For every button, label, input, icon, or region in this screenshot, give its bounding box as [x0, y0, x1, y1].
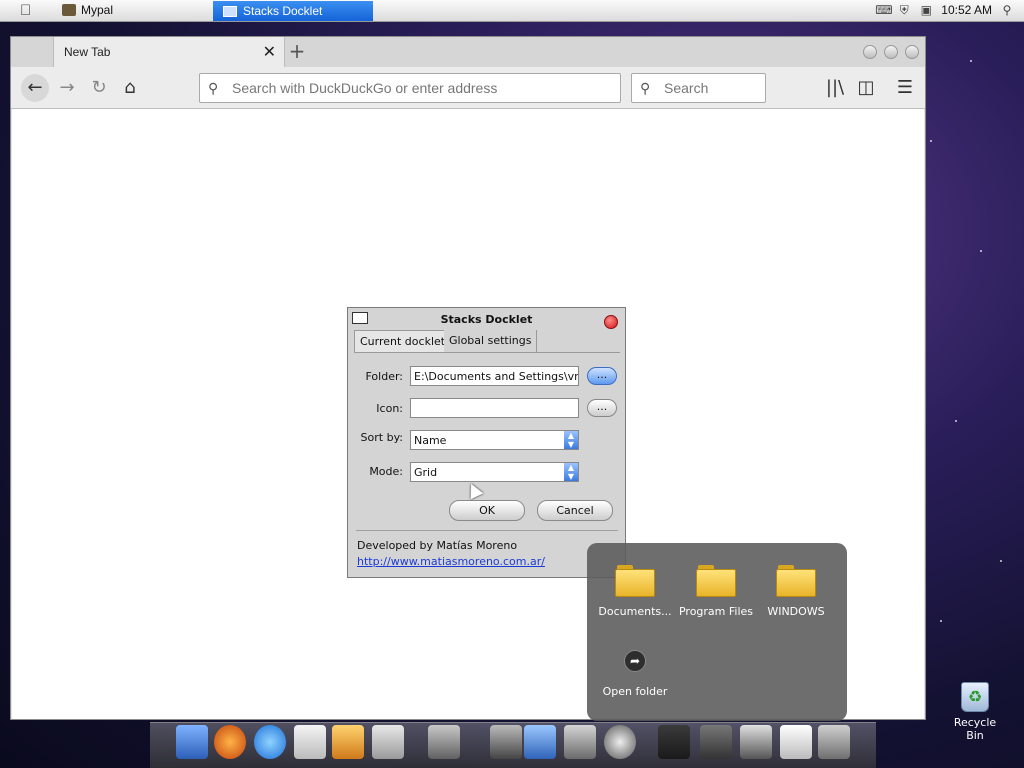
folder-field[interactable]: E:\Documents and Settings\vm2 [410, 366, 579, 386]
window-icon [223, 5, 237, 17]
taskbar-item-label: Stacks Docklet [243, 4, 323, 18]
dock [150, 722, 876, 768]
close-window-button[interactable] [905, 45, 919, 59]
stack-item-label: Documents... [598, 605, 672, 618]
stack-item-label: WINDOWS [767, 605, 825, 618]
stack-popup: Documents... Program Files WINDOWS ➦ Ope… [587, 543, 847, 721]
menu-button[interactable]: ☰ [893, 76, 917, 100]
open-folder-icon: ➦ [624, 650, 646, 672]
icon-field[interactable] [410, 398, 579, 418]
mode-value: Grid [414, 466, 438, 479]
new-tab-button[interactable]: + [287, 39, 307, 63]
tab-strip: New Tab ✕ + [11, 37, 925, 67]
search-icon: ⚲ [208, 80, 219, 96]
stack-item-program-files[interactable]: Program Files [676, 565, 756, 618]
search-icon: ⚲ [640, 80, 651, 96]
stack-docklet-icon[interactable] [700, 725, 732, 759]
system-tray: ⌨ ⛨ ▣ 10:52 AM ⚲ [875, 3, 1014, 17]
calculator-icon[interactable] [372, 725, 404, 759]
mode-select[interactable]: Grid ▲ ▼ [410, 462, 579, 482]
search-bar[interactable]: ⚲ Search [631, 73, 766, 103]
recycle-bin-icon: ♻ [961, 682, 989, 712]
taskbar-item-stacks-docklet[interactable]: Stacks Docklet [213, 1, 373, 21]
media-player-icon[interactable] [254, 725, 286, 759]
firefox-icon[interactable] [214, 725, 246, 759]
close-tab-icon[interactable]: ✕ [263, 42, 276, 62]
folder-icon [776, 565, 816, 597]
recycle-bin-label: Recycle Bin [953, 716, 997, 742]
developer-credit: Developed by Matías Moreno [357, 539, 518, 552]
trash-icon[interactable] [818, 725, 850, 759]
stack-item-windows[interactable]: WINDOWS [756, 565, 836, 618]
recycle-bin[interactable]: ♻ Recycle Bin [944, 682, 1006, 742]
sidebar-button[interactable]: ◫ [854, 76, 878, 100]
tab-global-settings[interactable]: Global settings [444, 330, 538, 352]
developer-link[interactable]: http://www.matiasmoreno.com.ar/ [357, 555, 545, 568]
document-icon[interactable] [780, 725, 812, 759]
chevron-updown-icon: ▲ ▼ [564, 431, 578, 449]
stack-item-documents[interactable]: Documents... [595, 565, 675, 618]
finder-icon[interactable] [176, 725, 208, 759]
maximize-button[interactable] [884, 45, 898, 59]
cancel-button[interactable]: Cancel [537, 500, 613, 521]
app-menu-mypal[interactable]: Mypal [62, 3, 113, 17]
system-preferences-icon[interactable] [428, 725, 460, 759]
sortby-label: Sort by: [360, 431, 403, 444]
browse-icon-button[interactable]: ... [587, 399, 617, 417]
app-name: Mypal [81, 3, 114, 17]
display-icon[interactable] [524, 725, 556, 759]
network-icon[interactable]: ▣ [919, 3, 933, 17]
url-bar[interactable]: ⚲ Search with DuckDuckGo or enter addres… [199, 73, 621, 103]
home-button[interactable]: ⌂ [118, 76, 142, 100]
folder-icon [696, 565, 736, 597]
keyboard-icon[interactable]: ⌨ [875, 3, 892, 17]
open-folder-label: Open folder [602, 685, 668, 698]
url-bar-placeholder: Search with DuckDuckGo or enter address [232, 80, 498, 96]
tab-divider [354, 352, 620, 353]
mypal-icon [62, 4, 76, 16]
folder-icon [615, 565, 655, 597]
library-button[interactable]: ||\ [823, 76, 847, 100]
settings-icon[interactable] [564, 725, 596, 759]
mode-label: Mode: [369, 465, 403, 478]
applications-icon[interactable] [332, 725, 364, 759]
raccoon-icon[interactable] [740, 725, 772, 759]
chevron-updown-icon: ▲ ▼ [564, 463, 578, 481]
browse-folder-button[interactable]: ... [587, 367, 617, 385]
search-icon[interactable]: ⚲ [1000, 3, 1014, 17]
apple-icon[interactable]:  [20, 3, 36, 19]
sortby-select[interactable]: Name ▲ ▼ [410, 430, 579, 450]
network-icon[interactable] [490, 725, 522, 759]
back-button[interactable]: ← [21, 74, 49, 102]
icon-label: Icon: [376, 402, 403, 415]
notes-icon[interactable] [294, 725, 326, 759]
divider [356, 530, 618, 531]
tab-new-tab[interactable]: New Tab ✕ [53, 37, 285, 67]
search-bar-placeholder: Search [664, 80, 709, 96]
reload-button[interactable]: ↻ [87, 76, 111, 100]
activity-monitor-icon[interactable] [658, 725, 690, 759]
close-dialog-button[interactable] [604, 315, 618, 329]
minimize-button[interactable] [863, 45, 877, 59]
dialog-titlebar[interactable]: Stacks Docklet [348, 308, 625, 330]
open-folder-item[interactable]: ➦ Open folder [595, 650, 675, 698]
shield-icon[interactable]: ⛨ [897, 3, 911, 17]
clock[interactable]: 10:52 AM [941, 3, 992, 17]
dialog-title: Stacks Docklet [440, 313, 533, 326]
tab-current-docklet[interactable]: Current docklet [354, 330, 452, 352]
menubar:  Mypal Stacks Docklet ⌨ ⛨ ▣ 10:52 AM ⚲ [0, 0, 1024, 22]
tab-title: New Tab [64, 45, 111, 59]
power-icon[interactable] [604, 725, 636, 759]
ok-button[interactable]: OK [449, 500, 525, 521]
folder-label: Folder: [365, 370, 403, 383]
forward-button[interactable]: → [55, 76, 79, 100]
sortby-value: Name [414, 434, 447, 447]
navigation-toolbar: ← → ↻ ⌂ ⚲ Search with DuckDuckGo or ente… [11, 67, 925, 109]
stack-item-label: Program Files [678, 605, 754, 618]
stacks-docklet-dialog: Stacks Docklet Current docklet Global se… [347, 307, 626, 578]
